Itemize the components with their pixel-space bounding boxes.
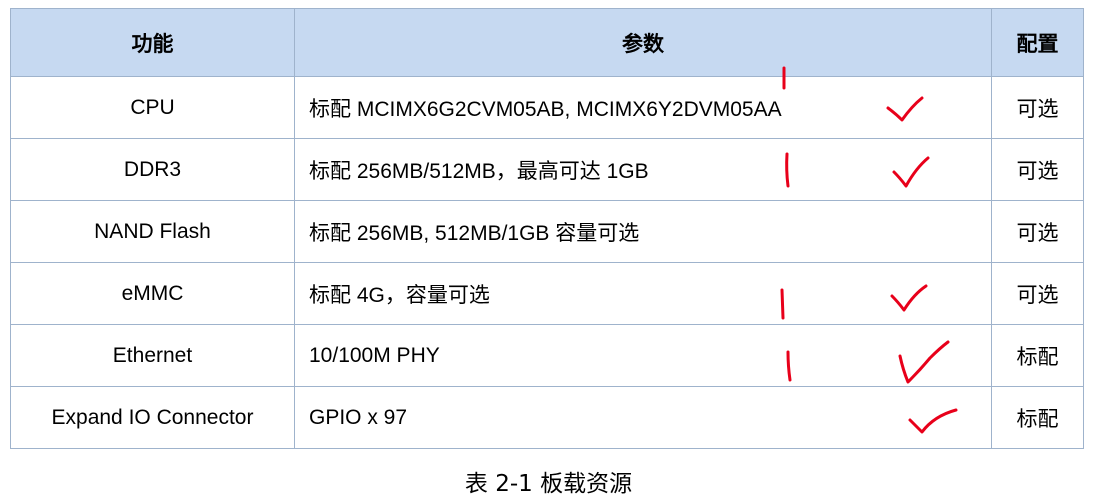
function-cell: eMMC — [10, 262, 295, 325]
parameter-cell: 标配 256MB, 512MB/1GB 容量可选 — [294, 200, 992, 263]
table-row: NAND Flash 标配 256MB, 512MB/1GB 容量可选 可选 — [10, 200, 1084, 263]
parameter-cell: 10/100M PHY — [294, 324, 992, 387]
header-config: 配置 — [991, 8, 1084, 77]
parameter-cell: 标配 4G，容量可选 — [294, 262, 992, 325]
table-row: eMMC 标配 4G，容量可选 可选 — [10, 262, 1084, 325]
table-row: Ethernet 10/100M PHY 标配 — [10, 324, 1084, 387]
parameter-cell: 标配 256MB/512MB，最高可达 1GB — [294, 138, 992, 201]
parameter-cell: GPIO x 97 — [294, 386, 992, 449]
header-parameter: 参数 — [294, 8, 992, 77]
config-cell: 可选 — [991, 262, 1084, 325]
function-cell: CPU — [10, 76, 295, 139]
function-cell: Expand IO Connector — [10, 386, 295, 449]
function-cell: NAND Flash — [10, 200, 295, 263]
table-header-row: 功能 参数 配置 — [10, 8, 1084, 77]
parameter-cell: 标配 MCIMX6G2CVM05AB, MCIMX6Y2DVM05AA — [294, 76, 992, 139]
table-caption: 表 2-1 板载资源 — [464, 471, 633, 497]
function-cell: Ethernet — [10, 324, 295, 387]
config-cell: 可选 — [991, 200, 1084, 263]
table-row: Expand IO Connector GPIO x 97 标配 — [10, 386, 1084, 449]
config-cell: 标配 — [991, 386, 1084, 449]
header-function: 功能 — [10, 8, 295, 77]
config-cell: 标配 — [991, 324, 1084, 387]
table-row: CPU 标配 MCIMX6G2CVM05AB, MCIMX6Y2DVM05AA … — [10, 76, 1084, 139]
table-row: DDR3 标配 256MB/512MB，最高可达 1GB 可选 — [10, 138, 1084, 201]
config-cell: 可选 — [991, 76, 1084, 139]
config-cell: 可选 — [991, 138, 1084, 201]
board-resources-table: 功能 参数 配置 CPU 标配 MCIMX6G2CVM05AB, MCIMX6Y… — [10, 8, 1084, 449]
function-cell: DDR3 — [10, 138, 295, 201]
